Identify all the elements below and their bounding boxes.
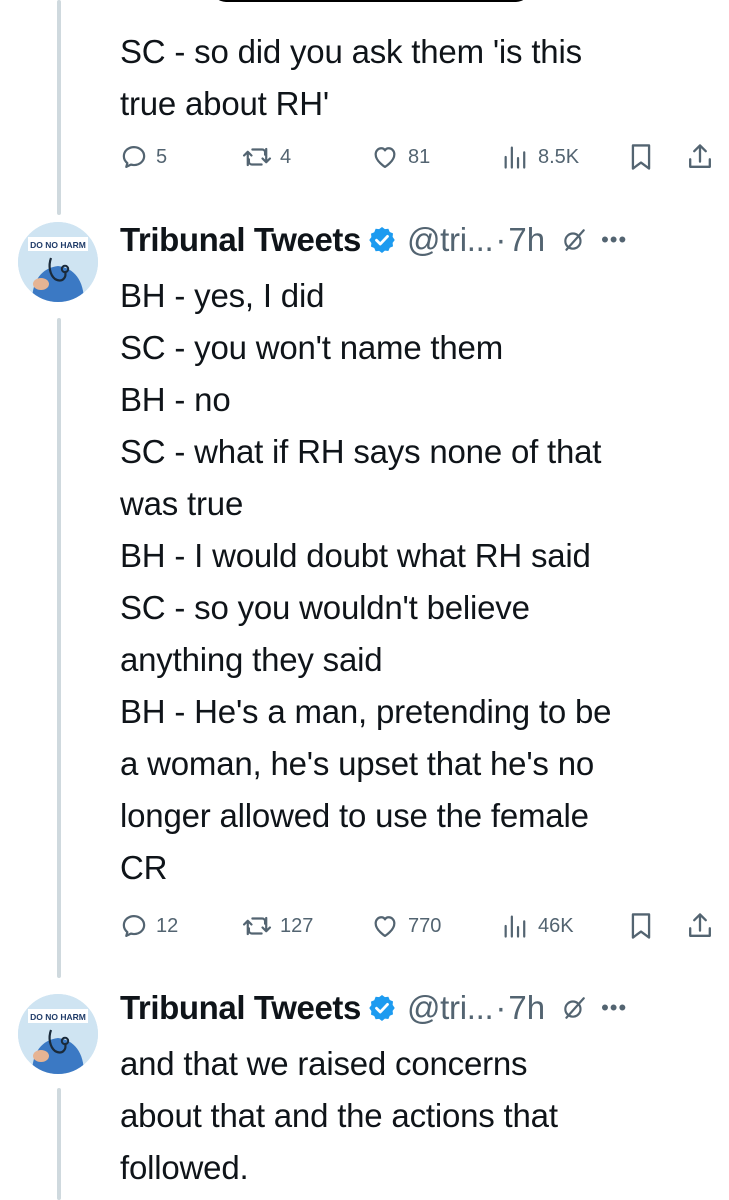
views-count: 8.5K [538, 145, 580, 168]
share-icon [689, 144, 711, 168]
bookmark-button[interactable] [628, 137, 654, 177]
tweet-text: and that we raised concerns about that a… [120, 1045, 558, 1186]
author-handle[interactable]: @tri... [407, 989, 494, 1027]
author-name[interactable]: Tribunal Tweets [120, 989, 361, 1027]
tweet-text: BH - yes, I did SC - you won't name them… [120, 277, 612, 886]
like-count: 770 [408, 914, 442, 937]
tweet-header: Tribunal Tweets @tri... · 7h ••• [120, 214, 720, 266]
grok-icon[interactable] [561, 995, 587, 1021]
separator-dot: · [495, 989, 507, 1026]
reply-count: 12 [156, 914, 179, 937]
author-handle[interactable]: @tri... [407, 221, 494, 259]
bookmark-icon [631, 144, 651, 170]
retweet-count: 4 [280, 145, 292, 168]
tweet-text: SC - so did you ask them 'is this true a… [120, 33, 582, 122]
avatar-image: DO NO HARM [18, 994, 98, 1074]
bookmark-button[interactable] [628, 906, 654, 946]
like-button[interactable]: 770 [370, 906, 441, 946]
reply-icon [122, 914, 146, 938]
heart-icon [374, 916, 396, 938]
thread-line [57, 1088, 61, 1200]
more-icon[interactable]: ••• [601, 995, 627, 1021]
tweet-time[interactable]: 7h [508, 989, 545, 1027]
dynamic-island [212, 0, 530, 2]
retweet-button[interactable]: 4 [242, 137, 291, 177]
author-name[interactable]: Tribunal Tweets [120, 221, 361, 259]
verified-badge-icon [367, 225, 397, 255]
grok-icon[interactable] [561, 227, 587, 253]
retweet-icon [242, 916, 272, 936]
share-button[interactable] [686, 137, 714, 177]
views-icon [504, 146, 526, 169]
avatar[interactable]: DO NO HARM [18, 222, 98, 302]
avatar-text: DO NO HARM [30, 240, 86, 250]
share-button[interactable] [686, 906, 714, 946]
reply-button[interactable]: 12 [120, 906, 178, 946]
tweet-time[interactable]: 7h [508, 221, 545, 259]
views-icon [504, 915, 526, 938]
avatar-text: DO NO HARM [30, 1012, 86, 1022]
tweet-actions: 12 127 770 46K [120, 906, 720, 946]
tweet-header: Tribunal Tweets @tri... · 7h ••• [120, 982, 720, 1034]
retweet-button[interactable]: 127 [242, 906, 313, 946]
like-button[interactable]: 81 [370, 137, 430, 177]
reply-button[interactable]: 5 [120, 137, 167, 177]
reply-count: 5 [156, 145, 168, 168]
avatar[interactable]: DO NO HARM [18, 994, 98, 1074]
reply-icon [122, 145, 146, 169]
views-button[interactable]: 8.5K [500, 137, 579, 177]
bookmark-icon [631, 913, 651, 939]
more-icon[interactable]: ••• [601, 227, 627, 253]
heart-icon [374, 147, 396, 169]
tweet-actions: 5 4 81 8.5K [120, 137, 720, 177]
thread-line [57, 318, 61, 978]
avatar-image: DO NO HARM [18, 222, 98, 302]
share-icon [689, 913, 711, 937]
views-button[interactable]: 46K [500, 906, 574, 946]
views-count: 46K [538, 914, 574, 937]
retweet-count: 127 [280, 914, 314, 937]
retweet-icon [242, 147, 272, 167]
thread-line [57, 0, 61, 215]
verified-badge-icon [367, 993, 397, 1023]
separator-dot: · [495, 221, 507, 258]
like-count: 81 [408, 145, 431, 168]
